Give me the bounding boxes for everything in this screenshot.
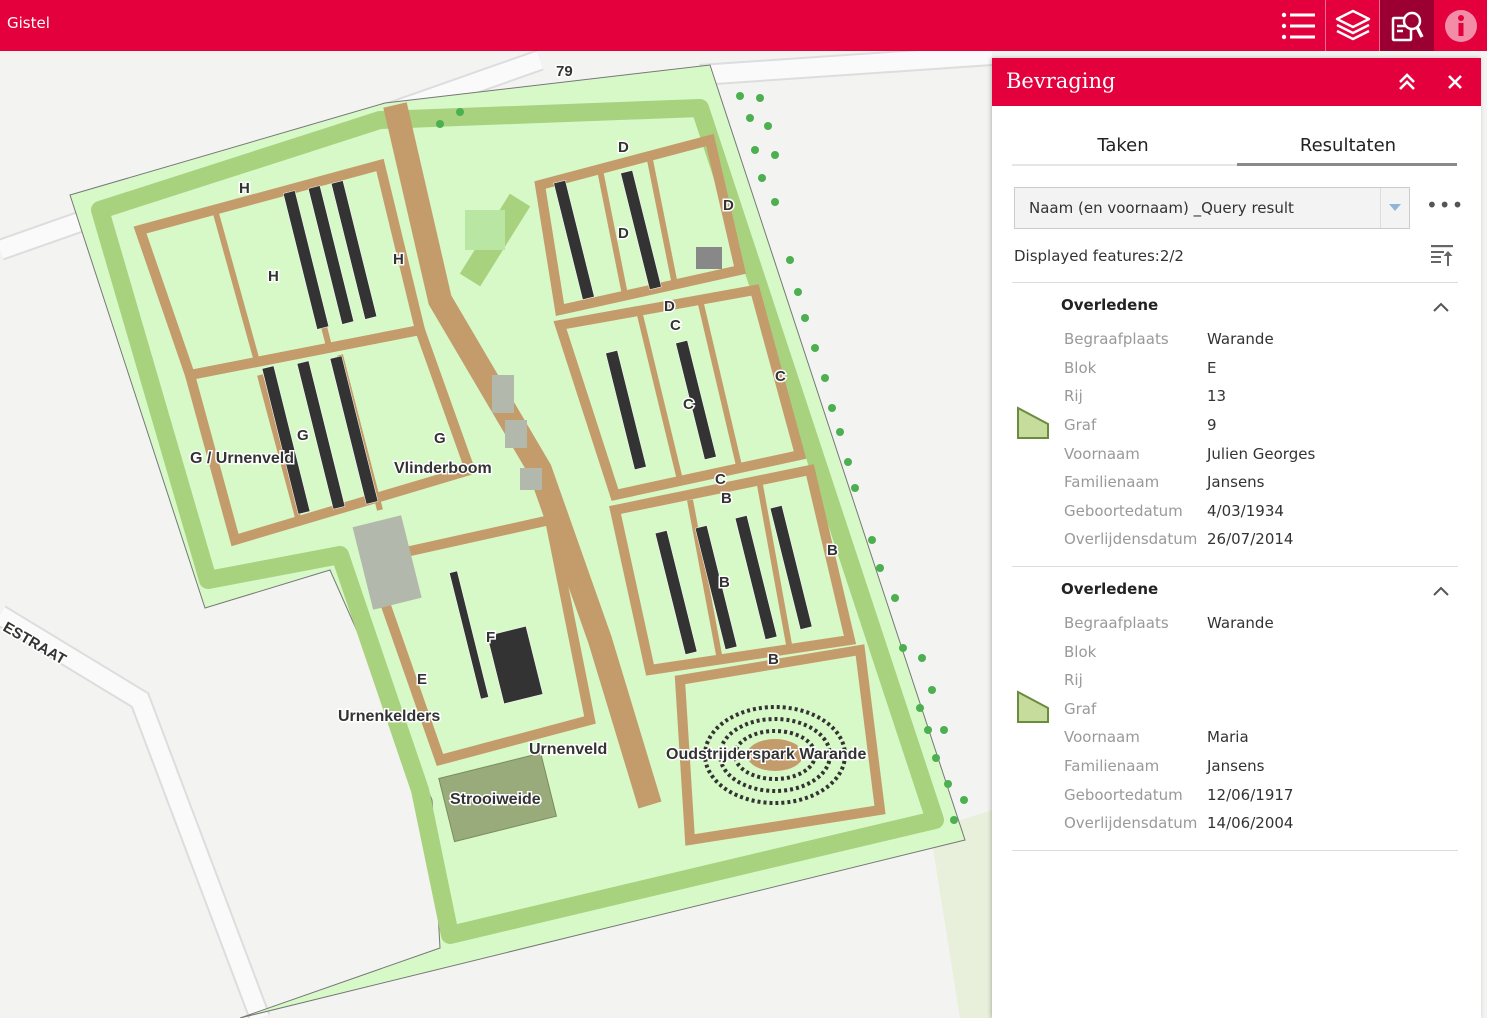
field-value: Maria [1207,728,1249,746]
area-label-vlinderboom: Vlinderboom [394,460,492,477]
field-label: Graf [1064,416,1097,434]
map-view[interactable]: 79 ESTRAAT H H H D D D D C C C C B B B B… [0,51,992,1018]
polygon-feature-icon [1016,406,1050,444]
field-label: Voornaam [1064,728,1140,746]
block-label-c: C [670,317,681,334]
legend-button[interactable] [1271,0,1325,51]
road-number-label: 79 [556,63,573,80]
block-label-b: B [768,651,779,668]
block-label-e: E [417,671,427,688]
query-result-select-value: Naam (en voornaam) _Query result [1029,199,1294,217]
divider [1012,282,1458,283]
field-value: 9 [1207,416,1217,434]
field-label: Overlijdensdatum [1064,530,1198,548]
active-tab-indicator [1237,163,1457,166]
field-label: Geboortedatum [1064,786,1183,804]
field-value: 14/06/2004 [1207,814,1294,832]
field-label: Familienaam [1064,473,1160,491]
field-label: Familienaam [1064,757,1160,775]
field-value: Jansens [1207,473,1265,491]
area-label-urnenkelders: Urnenkelders [338,708,440,725]
chevron-up-icon[interactable] [1432,582,1450,601]
field-value: Julien Georges [1207,445,1316,463]
feature-title[interactable]: Overledene [1061,580,1158,598]
field-label: Voornaam [1064,445,1140,463]
info-icon [1445,9,1477,42]
cemetery-map[interactable]: 79 ESTRAAT H H H D D D D C C C C B B B B… [0,51,992,1018]
sort-icon[interactable] [1430,243,1454,271]
panel-title: Bevraging [1006,69,1116,93]
field-label: Begraafplaats [1064,614,1169,632]
block-label-c: C [683,396,694,413]
block-label-b: B [721,490,732,507]
field-label: Geboortedatum [1064,502,1183,520]
layers-icon [1335,9,1371,40]
query-search-icon [1391,11,1424,41]
field-value: 12/06/1917 [1207,786,1294,804]
field-value: Warande [1207,330,1274,348]
block-label-f: F [486,629,495,646]
polygon-feature-icon [1016,690,1050,728]
tab-resultaten[interactable]: Resultaten [1237,128,1459,164]
field-label: Rij [1064,671,1083,689]
more-options-icon[interactable]: ••• [1426,195,1464,215]
displayed-features-count: Displayed features:2/2 [1014,247,1184,265]
field-value: E [1207,359,1217,377]
divider [1012,850,1458,851]
dropdown-arrow-icon[interactable] [1380,188,1409,228]
layers-button[interactable] [1326,0,1380,51]
field-label: Graf [1064,700,1097,718]
block-label-b: B [719,574,730,591]
panel-tabs: Taken Resultaten [1012,128,1457,166]
block-label-h: H [268,268,279,285]
tab-taken[interactable]: Taken [1012,128,1234,164]
query-result-select[interactable]: Naam (en voornaam) _Query result [1014,187,1410,229]
field-value: 26/07/2014 [1207,530,1294,548]
close-icon [1448,75,1462,89]
top-bar: Gistel [0,0,1487,51]
field-label: Begraafplaats [1064,330,1169,348]
block-label-d: D [723,197,734,214]
block-label-h: H [239,180,250,197]
field-label: Rij [1064,387,1083,405]
field-value: Warande [1207,614,1274,632]
block-label-c: C [715,471,726,488]
area-label-strooiweide: Strooiweide [450,791,541,808]
area-label-g-urnenveld: G / Urnenveld [190,450,294,467]
field-value: 13 [1207,387,1227,405]
double-chevron-up-icon [1399,73,1415,90]
field-label: Blok [1064,643,1097,661]
chevron-up-icon[interactable] [1432,298,1450,317]
app-title: Gistel [7,14,50,32]
query-panel: Bevraging Taken Resultaten Naam (en voor… [992,58,1481,1018]
block-label-d: D [664,298,675,315]
list-icon [1281,12,1315,39]
block-label-d: D [618,139,629,156]
feature-title[interactable]: Overledene [1061,296,1158,314]
field-value: Jansens [1207,757,1265,775]
field-value: 4/03/1934 [1207,502,1284,520]
area-label-oudstrijderspark: Oudstrijderspark Warande [666,746,866,763]
block-label-d: D [618,225,629,242]
area-label-urnenveld: Urnenveld [529,741,607,758]
query-button[interactable] [1380,0,1434,51]
block-label-g: G [297,427,309,444]
close-panel-button[interactable] [1441,68,1469,96]
block-label-h: H [393,251,404,268]
field-label: Blok [1064,359,1097,377]
block-label-c: C [775,368,786,385]
info-button[interactable] [1434,0,1487,51]
field-label: Overlijdensdatum [1064,814,1198,832]
panel-header: Bevraging [992,58,1481,106]
collapse-panel-button[interactable] [1393,68,1421,96]
divider [1012,566,1458,567]
block-label-g: G [434,430,446,447]
block-label-b: B [827,542,838,559]
